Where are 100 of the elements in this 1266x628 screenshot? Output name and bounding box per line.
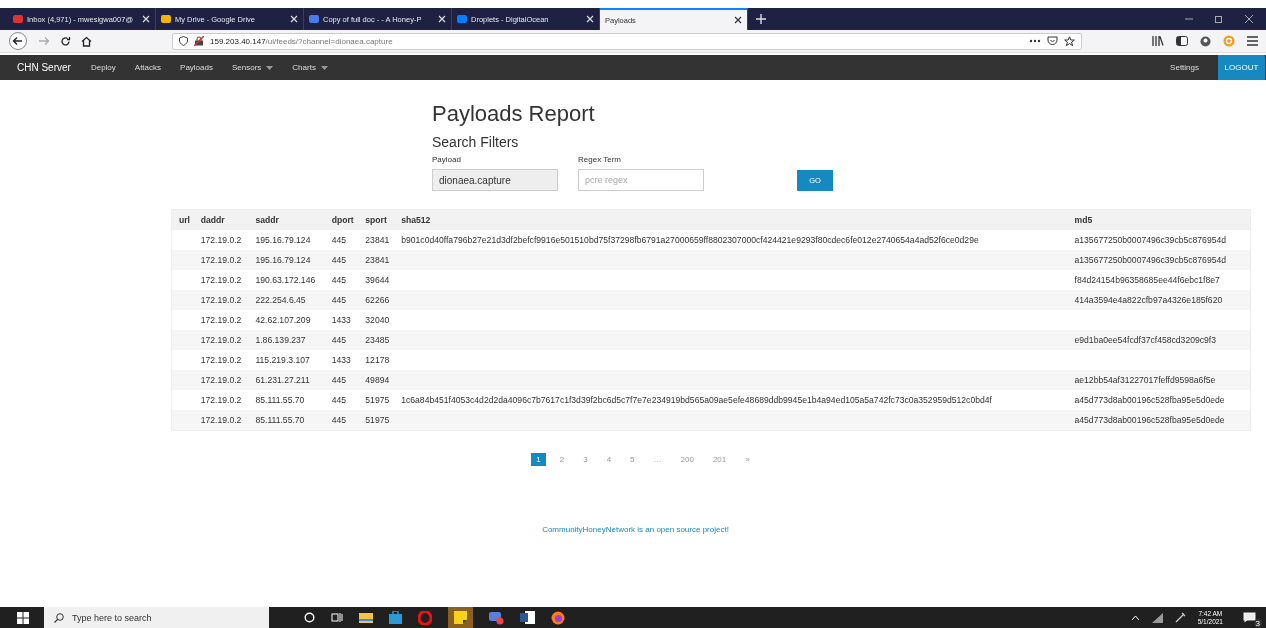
- shield-icon: [179, 36, 188, 46]
- table-cell: 172.19.0.2: [200, 375, 242, 385]
- chat-app-icon[interactable]: [489, 610, 504, 625]
- table-cell: 190.63.172.146: [255, 275, 316, 285]
- logout-button[interactable]: LOGOUT: [1218, 55, 1265, 80]
- table-cell: 172.19.0.2: [200, 395, 242, 405]
- column-header: url: [179, 215, 190, 225]
- table-cell: 51975: [365, 395, 390, 405]
- more-icon[interactable]: [1029, 39, 1041, 43]
- caret-icon: [266, 65, 274, 70]
- menu-icon[interactable]: [1247, 36, 1258, 46]
- table-cell: 172.19.0.2: [200, 255, 242, 265]
- table-cell: 414a3594e4a822cfb97a4326e185f620: [1074, 295, 1223, 305]
- field-label: Regex Term: [578, 155, 622, 164]
- table-cell: 1.86.139.237: [255, 335, 306, 345]
- nav-link[interactable]: Sensors: [231, 63, 274, 72]
- brand-link[interactable]: CHN Server: [17, 62, 71, 73]
- table-cell: 445: [331, 335, 346, 345]
- table-cell: 222.254.6.45: [255, 295, 306, 305]
- close-icon[interactable]: [734, 16, 742, 24]
- opera-icon[interactable]: [418, 610, 432, 625]
- taskbar-search-field[interactable]: Type here to search: [44, 607, 269, 628]
- network-icon[interactable]: [1151, 612, 1163, 623]
- column-header: sport: [365, 215, 387, 225]
- chevron-up-icon[interactable]: [1130, 614, 1140, 621]
- column-header: sha512: [401, 215, 431, 225]
- restore-icon[interactable]: [1214, 14, 1224, 24]
- table-cell: 39644: [365, 275, 390, 285]
- table-cell: a135677250b0007496c39cb5c876954d: [1074, 255, 1226, 265]
- sticky-note-icon[interactable]: [454, 611, 467, 624]
- back-icon[interactable]: [8, 32, 28, 50]
- column-header: md5: [1074, 215, 1093, 225]
- folder-icon[interactable]: [359, 611, 373, 624]
- page-title: Payloads Report: [432, 101, 596, 127]
- sidebar-icon[interactable]: [1176, 36, 1188, 46]
- table-cell: 61.231.27.211: [255, 375, 310, 385]
- notification-icon[interactable]: [1243, 612, 1256, 623]
- table-cell: 445: [331, 295, 346, 305]
- table-cell: 12178: [365, 355, 390, 365]
- table-cell: ae12bb54af31227017feffd9598a6f5e: [1074, 375, 1216, 385]
- site-icon: [13, 14, 23, 24]
- windows-start-icon[interactable]: [17, 611, 29, 624]
- table-cell: 49894: [365, 375, 390, 385]
- site-icon: [161, 14, 171, 24]
- word-icon[interactable]: [520, 611, 535, 624]
- store-icon[interactable]: [389, 611, 402, 624]
- table-cell: 445: [331, 395, 346, 405]
- notification-count: 3: [1253, 619, 1262, 628]
- table-cell: e9d1ba0ee54fcdf37cf458cd3209c9f3: [1074, 335, 1216, 345]
- table-cell: 195.16.79.124: [255, 235, 311, 245]
- section-title: Search Filters: [432, 134, 520, 150]
- table-cell: 445: [331, 235, 346, 245]
- table-cell: 1c6a84b451f4053c4d2d2da4096c7b7617c1f3d39f2bc6d5c7f7e7e234919bd565a09ae5efe48689ddb9945e1b4a94ed105a5a742fc73c0a352959d512c0bd4f: [401, 395, 992, 405]
- star-icon[interactable]: [1064, 35, 1075, 47]
- firefox-icon[interactable]: [551, 610, 565, 625]
- nav-link[interactable]: Charts: [292, 63, 328, 72]
- table-cell: 445: [331, 275, 346, 285]
- nav-link[interactable]: Attacks: [134, 63, 162, 72]
- table-cell: 172.19.0.2: [200, 355, 242, 365]
- site-icon: [457, 14, 467, 24]
- table-cell: 445: [331, 255, 346, 265]
- page-link[interactable]: 1: [531, 453, 546, 466]
- plus-icon[interactable]: [756, 14, 766, 24]
- table-cell: 23841: [365, 235, 390, 245]
- task-view-icon[interactable]: [331, 612, 343, 623]
- column-header: dport: [331, 215, 354, 225]
- payload-field[interactable]: dionaea.capture: [432, 169, 558, 191]
- nav-link[interactable]: Payloads: [180, 63, 213, 72]
- nav-link[interactable]: Deploy: [90, 63, 116, 72]
- table-cell: a45d773d8ab00196c528fba95e5d0ede: [1074, 395, 1225, 405]
- home-icon[interactable]: [81, 35, 92, 47]
- column-header: daddr: [200, 215, 225, 225]
- footer-link[interactable]: CommunityHoneyNetwork is an open source project!: [542, 525, 729, 534]
- reload-icon[interactable]: [60, 35, 71, 47]
- table-cell: 62266: [365, 295, 390, 305]
- table-cell: 32040: [365, 315, 390, 325]
- account-icon[interactable]: [1200, 35, 1211, 47]
- address-field[interactable]: 159.203.40.147/ui/feeds/?channel=dionaea.capture: [172, 32, 1082, 50]
- table-cell: b901c0d40ffa796b27e21d3df2befcf9916e501510bd75f37298fb6791a27000659ff8802307000cf424421e9293f80cdec6fe012e2740654a4ad52f6ce0d29e: [401, 235, 979, 245]
- table-cell: a45d773d8ab00196c528fba95e5d0ede: [1074, 415, 1225, 425]
- table-cell: 23841: [365, 255, 390, 265]
- cortana-icon[interactable]: [304, 612, 315, 623]
- table-cell: 51975: [365, 415, 390, 425]
- close-icon[interactable]: [1244, 14, 1254, 24]
- pen-icon[interactable]: [1174, 612, 1186, 623]
- regex-field[interactable]: pcre regex: [578, 169, 704, 191]
- table-cell: 85.111.55.70: [255, 395, 305, 405]
- table-cell: 195.16.79.124: [255, 255, 311, 265]
- table-cell: 172.19.0.2: [200, 295, 242, 305]
- table-cell: 172.19.0.2: [200, 315, 242, 325]
- pocket-icon[interactable]: [1047, 36, 1058, 46]
- table-cell: 172.19.0.2: [200, 335, 242, 345]
- settings-link[interactable]: Settings: [1170, 63, 1199, 72]
- table-cell: 115.219.3.107: [255, 355, 310, 365]
- library-icon[interactable]: [1152, 36, 1164, 46]
- table-cell: 1433: [331, 355, 351, 365]
- table-cell: 445: [331, 375, 346, 385]
- field-label: Payload: [432, 155, 462, 164]
- column-header: saddr: [255, 215, 279, 225]
- table-cell: a135677250b0007496c39cb5c876954d: [1074, 235, 1226, 245]
